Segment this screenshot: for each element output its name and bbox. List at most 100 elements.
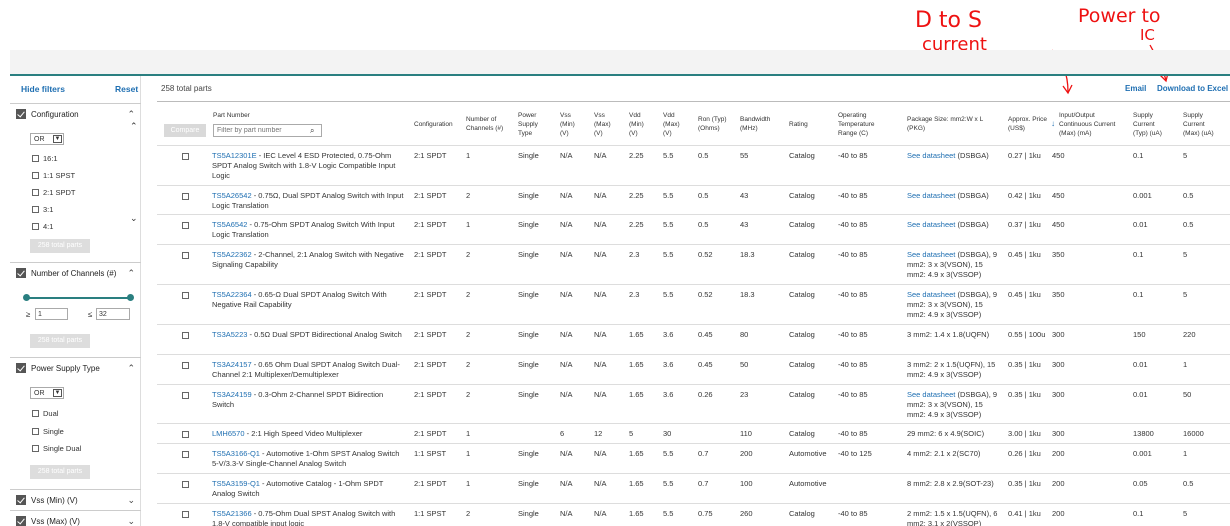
header-bandwidth[interactable]: Bandwidth (MHz) — [740, 115, 780, 133]
config-option-16-1[interactable]: 16:1 — [32, 154, 58, 163]
channels-slider-max-handle[interactable] — [127, 294, 134, 301]
cell-ron: 0.5 — [698, 151, 709, 160]
header-vdd-max[interactable]: Vdd (Max) (V) — [663, 111, 685, 138]
vss-min-checkbox[interactable] — [16, 495, 26, 505]
see-datasheet-link[interactable]: See datasheet — [907, 151, 955, 160]
vss-max-section-header[interactable]: Vss (Max) (V) ⌄ — [10, 510, 141, 526]
email-link[interactable]: Email — [1125, 84, 1146, 93]
config-option-1-1-spst[interactable]: 1:1 SPST — [32, 171, 75, 180]
sort-arrow-icon[interactable]: ↓ — [1051, 119, 1055, 128]
package-text: 3 mm2: 2 x 1.5(UQFN), 15 mm2: 4.9 x 3(VS… — [907, 360, 996, 379]
channels-checkbox[interactable] — [16, 268, 26, 278]
cell-price: 0.27 | 1ku — [1008, 151, 1041, 160]
scroll-up-icon[interactable]: ⌃ — [130, 121, 138, 132]
header-part-number[interactable]: Part Number — [213, 111, 250, 120]
cell-rating: Catalog — [789, 330, 815, 339]
configuration-total-button[interactable]: 258 total parts — [30, 239, 90, 253]
row-compare-checkbox[interactable] — [182, 252, 189, 259]
config-scrollbar[interactable]: ⌃ ⌄ — [130, 121, 138, 231]
config-option-2-1-spdt[interactable]: 2:1 SPDT — [32, 188, 76, 197]
reset-link[interactable]: Reset — [115, 84, 138, 94]
power-supply-total-button[interactable]: 258 total parts — [30, 465, 90, 479]
header-io-current[interactable]: Input/Output Continuous Current (Max) (m… — [1059, 111, 1127, 138]
cell-vssmax: N/A — [594, 509, 607, 518]
part-number-link[interactable]: TS5A12301E — [212, 151, 257, 160]
configuration-checkbox[interactable] — [16, 109, 26, 119]
row-compare-checkbox[interactable] — [182, 362, 189, 369]
row-compare-checkbox[interactable] — [182, 431, 189, 438]
header-rating[interactable]: Rating — [789, 120, 808, 129]
row-compare-checkbox[interactable] — [182, 392, 189, 399]
chevron-up-icon[interactable]: ⌃ — [127, 363, 135, 374]
channels-total-button[interactable]: 258 total parts — [30, 334, 90, 348]
header-vss-max[interactable]: Vss (Max) (V) — [594, 111, 616, 138]
see-datasheet-link[interactable]: See datasheet — [907, 191, 955, 200]
row-compare-checkbox[interactable] — [182, 481, 189, 488]
part-number-link[interactable]: TS3A5223 — [212, 330, 247, 339]
search-icon[interactable]: ⌕ — [310, 126, 314, 136]
power-supply-checkbox[interactable] — [16, 363, 26, 373]
row-compare-checkbox[interactable] — [182, 222, 189, 229]
row-compare-checkbox[interactable] — [182, 153, 189, 160]
part-number-link[interactable]: TS5A22362 — [212, 250, 252, 259]
vss-max-checkbox[interactable] — [16, 516, 26, 526]
config-option-4-1[interactable]: 4:1 — [32, 222, 53, 231]
download-excel-link[interactable]: Download to Excel — [1157, 84, 1228, 93]
power-option-single[interactable]: Single — [32, 427, 64, 436]
chevron-up-icon[interactable]: ⌃ — [127, 109, 135, 120]
see-datasheet-link[interactable]: See datasheet — [907, 390, 955, 399]
row-compare-checkbox[interactable] — [182, 193, 189, 200]
power-supply-section-header[interactable]: Power Supply Type ⌃ — [10, 357, 141, 379]
header-supply-max[interactable]: Supply Current (Max) (uA) — [1183, 111, 1223, 138]
part-number-link[interactable]: TS3A24159 — [212, 390, 252, 399]
header-power-supply[interactable]: Power Supply Type — [518, 111, 548, 138]
see-datasheet-link[interactable]: See datasheet — [907, 290, 955, 299]
channels-slider-track[interactable] — [26, 297, 130, 299]
header-vss-min[interactable]: Vss (Min) (V) — [560, 111, 582, 138]
channels-section-header[interactable]: Number of Channels (#) ⌃ — [10, 262, 141, 284]
power-option-single-dual[interactable]: Single Dual — [32, 444, 81, 453]
part-number-filter-input[interactable] — [213, 124, 322, 137]
part-number-link[interactable]: TS5A3166-Q1 — [212, 449, 260, 458]
row-compare-checkbox[interactable] — [182, 511, 189, 518]
row-compare-checkbox[interactable] — [182, 451, 189, 458]
chevron-down-icon[interactable]: ⌄ — [127, 516, 135, 526]
hide-filters-link[interactable]: Hide filters — [21, 84, 65, 94]
header-supply-typ[interactable]: Supply Current (Typ) (uA) — [1133, 111, 1169, 138]
row-compare-checkbox[interactable] — [182, 292, 189, 299]
part-number-link[interactable]: TS5A21366 — [212, 509, 252, 518]
part-number-link[interactable]: TS3A24157 — [212, 360, 252, 369]
configuration-mode-select[interactable]: OR ▼ — [30, 133, 64, 145]
part-cell: TS5A12301E - IEC Level 4 ESD Protected, … — [212, 151, 407, 181]
compare-button[interactable]: Compare — [164, 124, 206, 137]
part-number-link[interactable]: TS5A22364 — [212, 290, 252, 299]
part-number-link[interactable]: TS5A6542 — [212, 220, 247, 229]
power-supply-mode-select[interactable]: OR ▼ — [30, 387, 64, 399]
part-number-link[interactable]: TS5A26542 — [212, 191, 252, 200]
see-datasheet-link[interactable]: See datasheet — [907, 250, 955, 259]
chevron-up-icon[interactable]: ⌃ — [127, 268, 135, 279]
config-option-3-1[interactable]: 3:1 — [32, 205, 53, 214]
header-vdd-min[interactable]: Vdd (Min) (V) — [629, 111, 651, 138]
chevron-down-icon[interactable]: ⌄ — [127, 495, 135, 506]
scroll-down-icon[interactable]: ⌄ — [130, 213, 138, 224]
part-number-link[interactable]: TS5A3159-Q1 — [212, 479, 260, 488]
row-compare-checkbox[interactable] — [182, 332, 189, 339]
channels-slider-min-handle[interactable] — [23, 294, 30, 301]
channels-min-input[interactable]: 1 — [35, 308, 68, 320]
header-configuration[interactable]: Configuration — [414, 120, 462, 129]
package-text: 2 mm2: 1.5 x 1.5(UQFN), 6 mm2: 3.1 x 2(V… — [907, 509, 998, 526]
header-temp[interactable]: Operating Temperature Range (C) — [838, 111, 888, 138]
header-ron[interactable]: Ron (Typ) (Ohms) — [698, 115, 732, 133]
configuration-section-header[interactable]: Configuration ⌃ — [10, 103, 141, 125]
vss-min-section-header[interactable]: Vss (Min) (V) ⌄ — [10, 489, 141, 511]
header-price[interactable]: Approx. Price (US$) — [1008, 115, 1048, 133]
header-channels[interactable]: Number of Channels (#) — [466, 115, 514, 133]
header-package[interactable]: Package Size: mm2:W x L (PKG) — [907, 115, 997, 133]
part-number-link[interactable]: LMH6570 — [212, 429, 245, 438]
cell-vssmax: 12 — [594, 429, 603, 438]
see-datasheet-link[interactable]: See datasheet — [907, 220, 955, 229]
channels-max-input[interactable]: 32 — [96, 308, 130, 320]
power-option-dual[interactable]: Dual — [32, 409, 58, 418]
cell-vddmin: 2.25 — [629, 220, 644, 229]
